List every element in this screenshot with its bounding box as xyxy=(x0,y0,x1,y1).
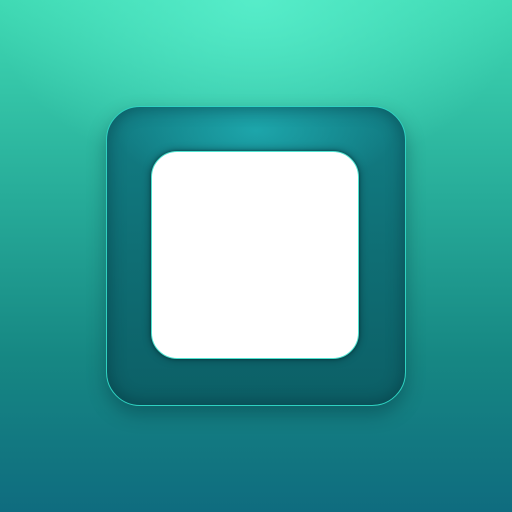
app-icon-canvas xyxy=(0,0,512,512)
rounded-square-frame-icon xyxy=(106,106,406,406)
white-inner-square xyxy=(151,151,359,359)
